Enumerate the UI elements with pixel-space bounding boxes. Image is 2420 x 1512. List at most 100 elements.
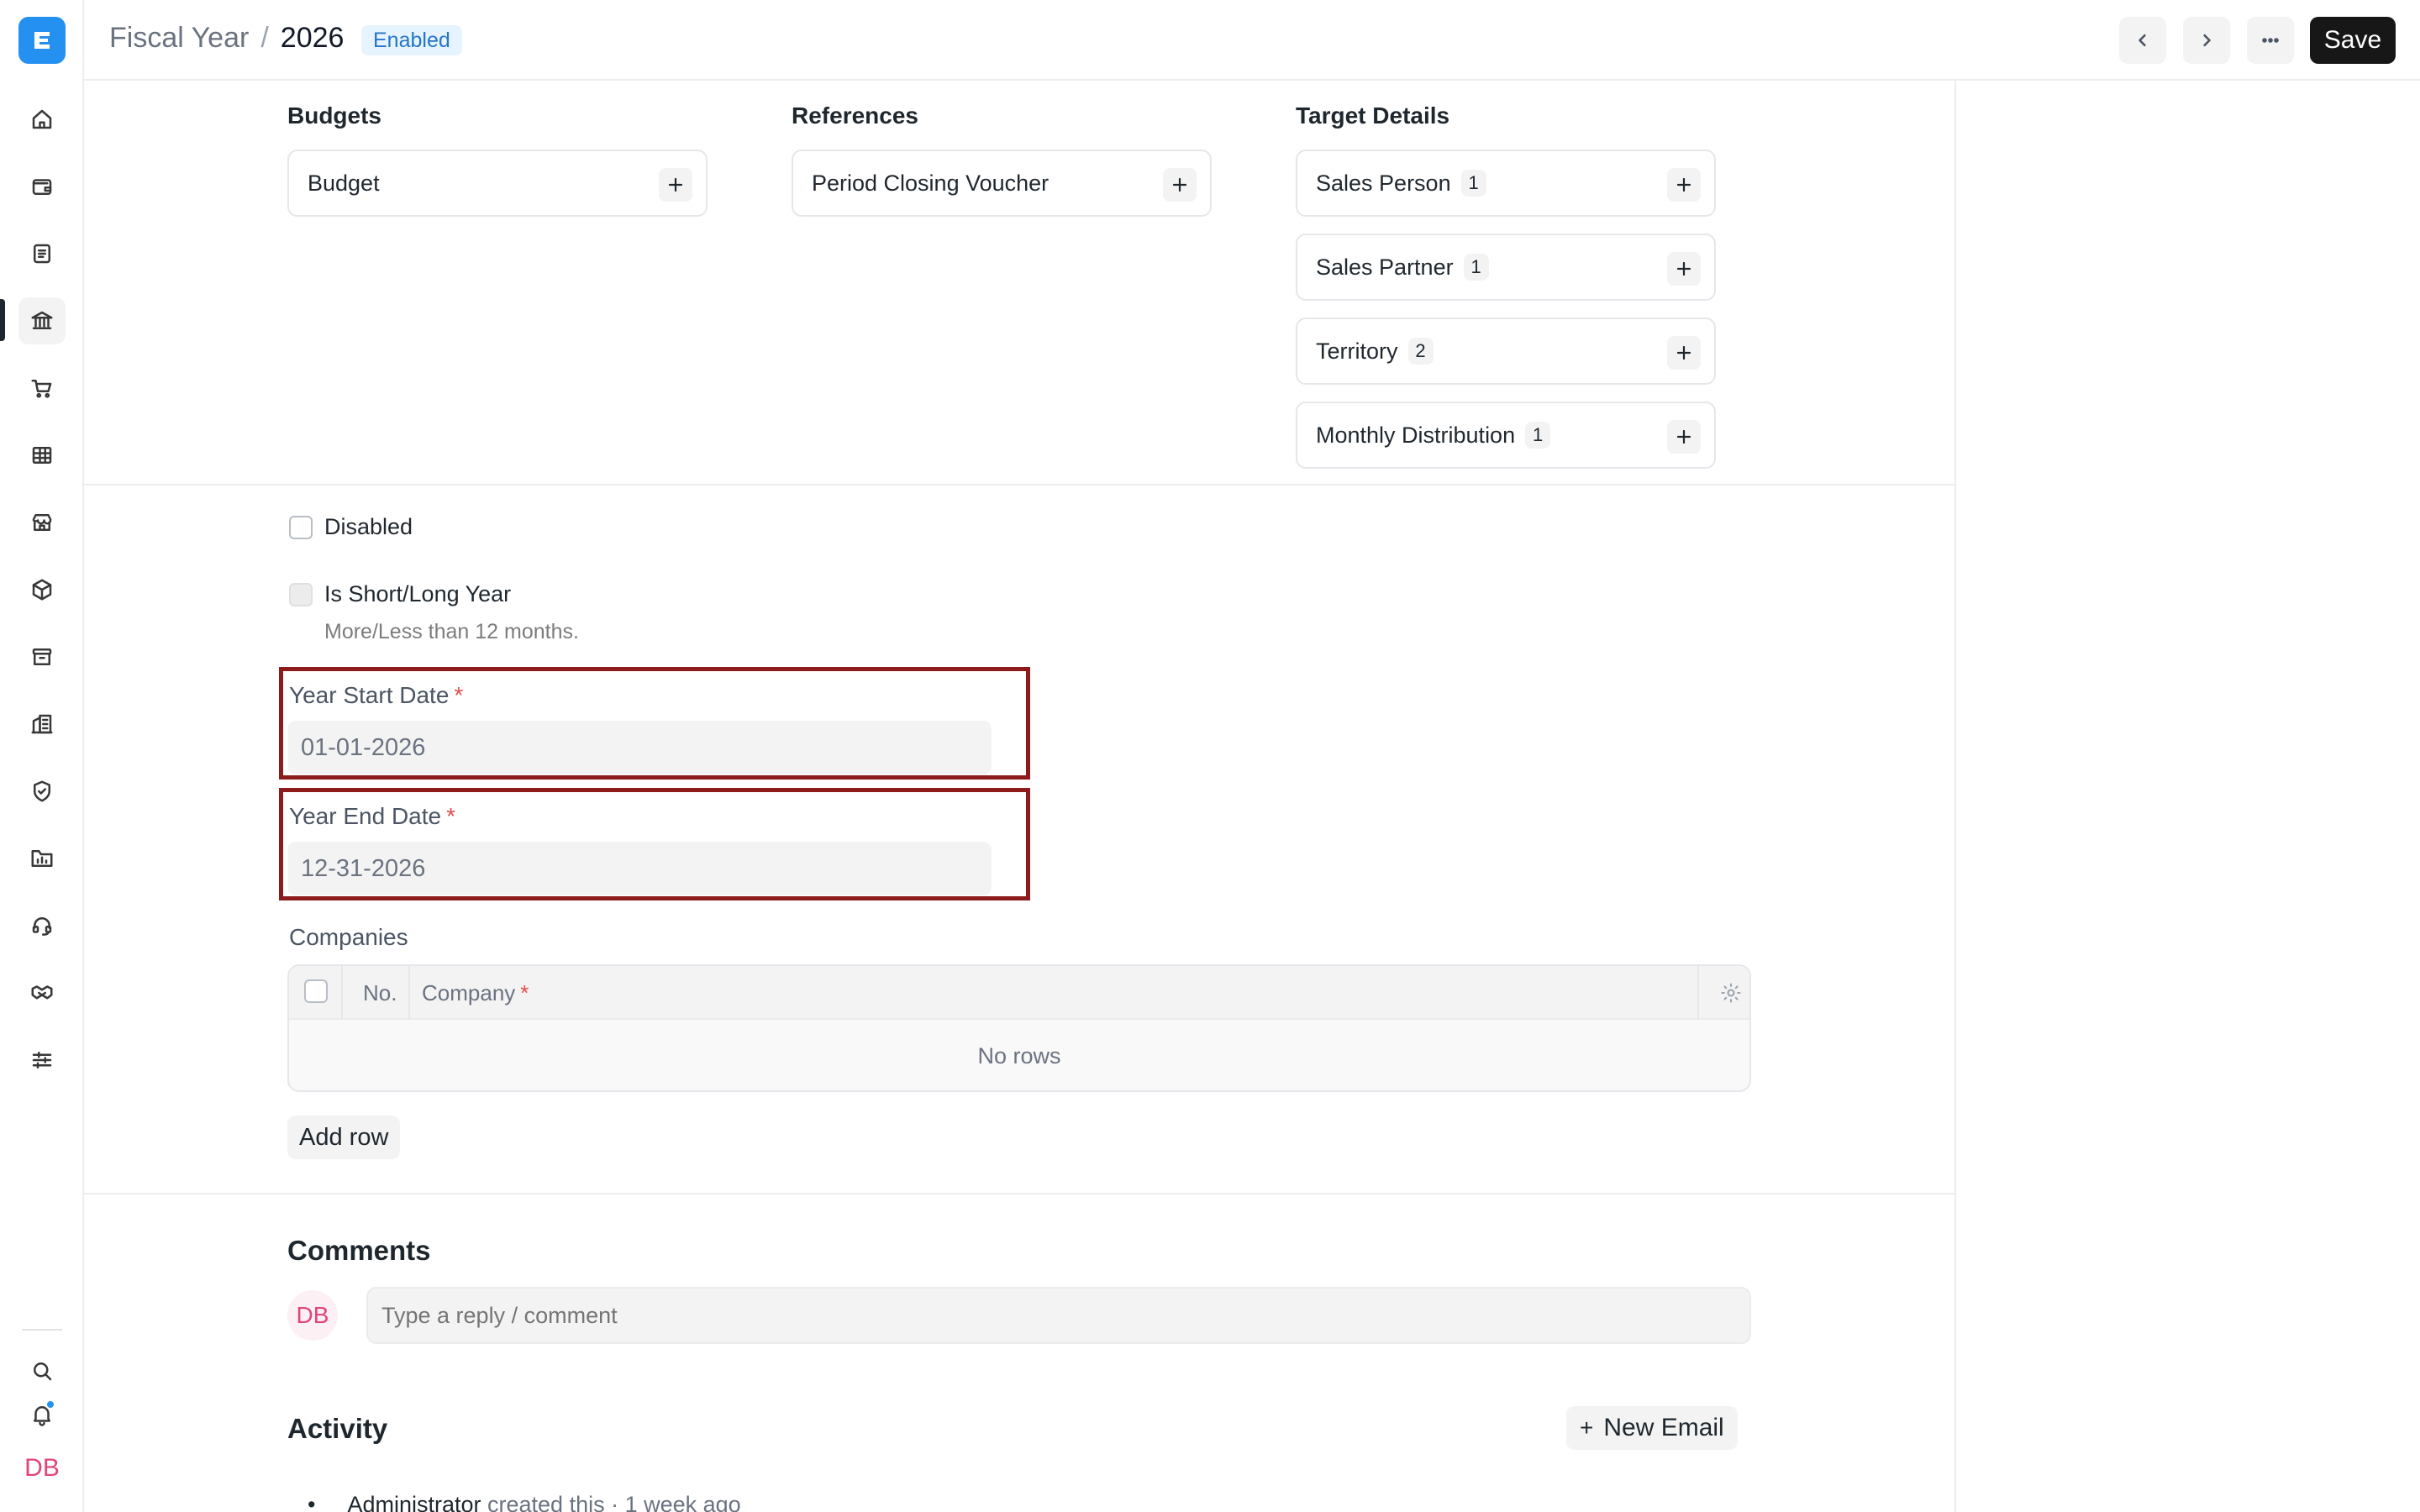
plus-icon bbox=[668, 177, 683, 192]
table-icon bbox=[32, 447, 52, 464]
sidebar-item-buying[interactable] bbox=[18, 365, 66, 412]
year-start-label-text: Year Start Date bbox=[289, 682, 450, 708]
companies-label: Companies bbox=[289, 924, 408, 950]
connection-territory[interactable]: Territory 2 bbox=[1296, 318, 1716, 385]
sidebar-search[interactable] bbox=[18, 1347, 66, 1394]
add-row-button[interactable]: Add row bbox=[287, 1116, 401, 1159]
sidebar-item-assets[interactable] bbox=[18, 633, 66, 680]
package-icon bbox=[32, 579, 52, 601]
year-start-label: Year Start Date * bbox=[289, 682, 463, 709]
connection-label: Territory bbox=[1316, 338, 1398, 364]
add-period-closing-voucher-button[interactable] bbox=[1163, 168, 1197, 202]
page-header: Fiscal Year / 2026 Enabled Save bbox=[84, 0, 2420, 81]
app-logo[interactable] bbox=[18, 17, 66, 64]
column-company-label: Company bbox=[422, 979, 516, 1005]
sidebar-item-selling[interactable] bbox=[18, 499, 66, 546]
notification-dot bbox=[45, 1399, 55, 1410]
disabled-checkbox[interactable] bbox=[289, 516, 313, 539]
references-heading: References bbox=[792, 102, 918, 129]
select-all-checkbox[interactable] bbox=[304, 979, 328, 1003]
comments-heading: Comments bbox=[287, 1235, 431, 1266]
year-end-label-text: Year End Date bbox=[289, 803, 442, 829]
activity-user[interactable]: Administrator bbox=[347, 1492, 481, 1512]
table-settings-button[interactable] bbox=[1711, 966, 1749, 1020]
required-mark: * bbox=[454, 682, 464, 708]
user-avatar[interactable]: DB bbox=[18, 1445, 66, 1492]
sidebar-divider bbox=[22, 1329, 62, 1331]
year-end-label: Year End Date * bbox=[289, 803, 455, 830]
headset-icon bbox=[32, 917, 52, 936]
add-territory-button[interactable] bbox=[1667, 336, 1701, 370]
sidebar-item-support[interactable] bbox=[18, 902, 66, 949]
active-nav-indicator bbox=[0, 299, 5, 341]
sidebar-item-projects[interactable] bbox=[18, 835, 66, 882]
handshake-icon bbox=[31, 985, 53, 1000]
section-divider bbox=[84, 1193, 1954, 1194]
comment-input[interactable] bbox=[366, 1287, 1751, 1344]
connection-count-badge: 1 bbox=[1463, 254, 1489, 281]
wallet-icon bbox=[32, 179, 52, 195]
add-sales-partner-button[interactable] bbox=[1667, 252, 1701, 286]
sidebar-item-crm[interactable] bbox=[18, 969, 66, 1016]
add-monthly-distribution-button[interactable] bbox=[1667, 420, 1701, 454]
add-sales-person-button[interactable] bbox=[1667, 168, 1701, 202]
connection-period-closing-voucher[interactable]: Period Closing Voucher bbox=[792, 150, 1212, 217]
sidebar-notifications[interactable] bbox=[18, 1391, 66, 1438]
connection-label: Period Closing Voucher bbox=[812, 170, 1050, 196]
section-divider bbox=[84, 484, 1954, 486]
sidebar-item-manufacturing[interactable] bbox=[18, 701, 66, 748]
folder-chart-icon bbox=[31, 850, 53, 867]
disabled-label: Disabled bbox=[324, 514, 413, 539]
column-divider bbox=[341, 966, 343, 1020]
more-actions-button[interactable] bbox=[2247, 17, 2294, 64]
sidebar-item-quality[interactable] bbox=[18, 768, 66, 815]
connection-label: Sales Partner bbox=[1316, 254, 1454, 280]
logo-e-icon bbox=[34, 32, 50, 49]
sidebar-item-reports[interactable] bbox=[18, 432, 66, 479]
sidebar-item-banking[interactable] bbox=[18, 297, 66, 344]
column-no: No. bbox=[363, 979, 397, 1005]
plus-icon bbox=[1676, 345, 1691, 360]
page-title: 2026 bbox=[280, 22, 345, 54]
content-right-border bbox=[1954, 81, 1956, 1512]
store-icon bbox=[32, 514, 52, 531]
column-divider bbox=[1697, 966, 1699, 1020]
activity-item: • Administrator created this · 1 week ago bbox=[308, 1492, 741, 1512]
plus-icon bbox=[1676, 177, 1691, 192]
building-icon bbox=[31, 714, 53, 734]
comment-avatar: DB bbox=[287, 1290, 338, 1341]
connection-sales-partner[interactable]: Sales Partner 1 bbox=[1296, 234, 1716, 301]
sidebar-item-documents[interactable] bbox=[18, 230, 66, 277]
app-sidebar: DB bbox=[0, 0, 84, 1512]
connection-monthly-distribution[interactable]: Monthly Distribution 1 bbox=[1296, 402, 1716, 469]
new-email-button[interactable]: + New Email bbox=[1566, 1406, 1738, 1450]
save-button[interactable]: Save bbox=[2310, 17, 2396, 64]
breadcrumb-separator: / bbox=[260, 22, 269, 54]
archive-icon bbox=[32, 648, 52, 665]
previous-record-button[interactable] bbox=[2119, 17, 2166, 64]
sidebar-item-accounting[interactable] bbox=[18, 163, 66, 210]
companies-table: No. Company * No rows bbox=[287, 964, 1751, 1092]
required-mark: * bbox=[446, 803, 456, 829]
gear-icon bbox=[1721, 983, 1741, 1003]
add-budget-button[interactable] bbox=[659, 168, 692, 202]
connection-sales-person[interactable]: Sales Person 1 bbox=[1296, 150, 1716, 217]
year-start-date-input[interactable] bbox=[287, 721, 992, 774]
sidebar-item-stock[interactable] bbox=[18, 566, 66, 613]
new-email-label: New Email bbox=[1603, 1414, 1724, 1441]
breadcrumb-parent-link[interactable]: Fiscal Year bbox=[109, 22, 249, 55]
short-long-year-description: More/Less than 12 months. bbox=[324, 620, 579, 643]
short-long-year-label: Is Short/Long Year bbox=[324, 581, 512, 606]
connection-budget[interactable]: Budget bbox=[287, 150, 708, 217]
sidebar-item-home[interactable] bbox=[18, 96, 66, 143]
plus-icon: + bbox=[1580, 1415, 1594, 1441]
sidebar-item-settings[interactable] bbox=[18, 1037, 66, 1084]
budgets-heading: Budgets bbox=[287, 102, 381, 129]
search-icon bbox=[34, 1362, 52, 1381]
bank-icon bbox=[31, 311, 53, 329]
next-record-button[interactable] bbox=[2183, 17, 2230, 64]
year-end-date-input[interactable] bbox=[287, 842, 992, 895]
cart-icon bbox=[31, 380, 52, 398]
plus-icon bbox=[1172, 177, 1187, 192]
home-icon bbox=[32, 109, 52, 129]
